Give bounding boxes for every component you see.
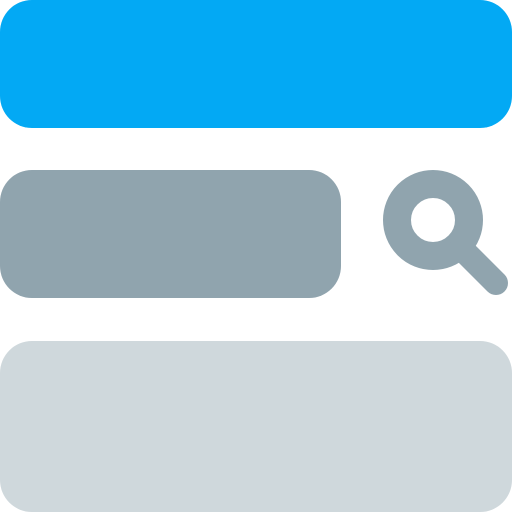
search-icon[interactable] [383,170,512,299]
search-layout-illustration [0,0,512,512]
search-field[interactable] [0,170,341,298]
content-block [0,341,512,512]
header-bar [0,0,512,128]
search-icon-handle [449,236,508,295]
